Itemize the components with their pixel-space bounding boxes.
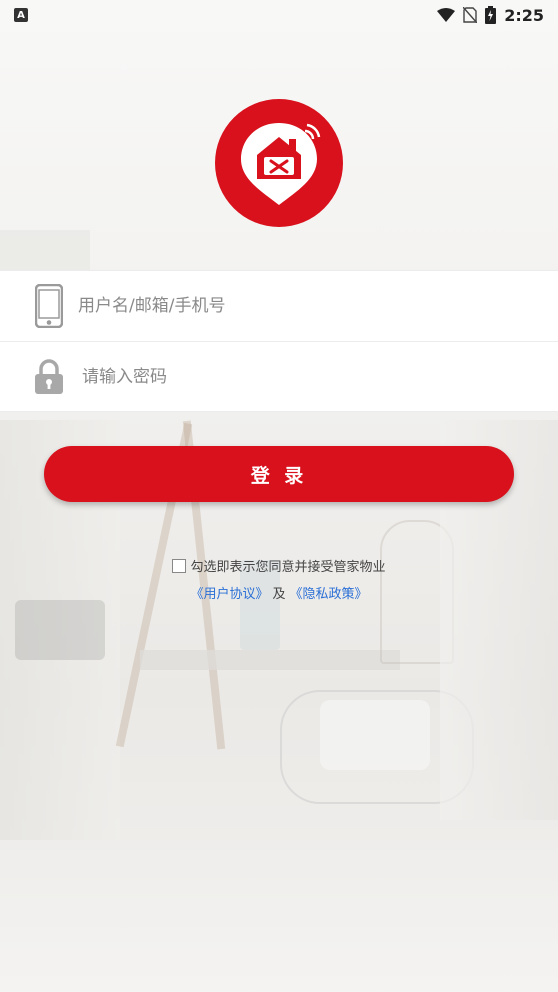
battery-charging-icon — [485, 6, 497, 24]
login-form — [0, 270, 558, 412]
user-agreement-link[interactable]: 《用户协议》 — [190, 587, 268, 602]
notification-app-icon: A — [14, 8, 28, 22]
agreement-checkbox[interactable] — [172, 558, 187, 573]
password-row — [0, 341, 558, 411]
agreement-section: 勾选即表示您同意并接受管家物业 《用户协议》及《隐私政策》 — [0, 556, 558, 602]
app-logo — [215, 99, 343, 227]
agreement-and-text: 及 — [272, 587, 286, 602]
username-row — [0, 271, 558, 341]
phone-icon — [32, 284, 66, 328]
clock: 2:25 — [504, 5, 544, 25]
username-input[interactable] — [76, 295, 480, 317]
privacy-policy-link[interactable]: 《隐私政策》 — [290, 587, 368, 602]
agreement-text: 勾选即表示您同意并接受管家物业 — [190, 560, 386, 575]
status-bar: A 2:25 — [0, 0, 558, 30]
login-button[interactable]: 登 录 — [44, 446, 514, 502]
password-input[interactable] — [80, 365, 484, 388]
lock-icon — [32, 358, 66, 395]
no-sim-icon — [463, 7, 478, 23]
wifi-icon — [437, 7, 456, 23]
